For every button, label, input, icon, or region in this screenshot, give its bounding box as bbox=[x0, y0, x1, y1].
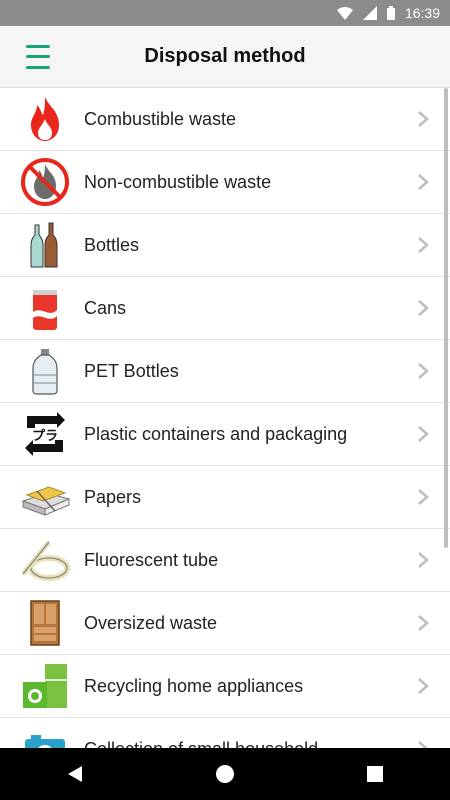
chevron-right-icon bbox=[408, 299, 438, 317]
wifi-icon bbox=[336, 6, 353, 20]
list-item-cans[interactable]: Cans bbox=[0, 277, 450, 340]
chevron-right-icon bbox=[408, 551, 438, 569]
svg-text:プラ: プラ bbox=[32, 429, 58, 444]
chevron-right-icon bbox=[408, 173, 438, 191]
chevron-right-icon bbox=[408, 110, 438, 128]
chevron-right-icon bbox=[408, 740, 438, 748]
list-item-recycling-home-appliances[interactable]: Recycling home appliances bbox=[0, 655, 450, 718]
list-item-label: PET Bottles bbox=[84, 360, 179, 381]
list-item-label: Non-combustible waste bbox=[84, 171, 272, 192]
page-title: Disposal method bbox=[144, 45, 306, 67]
hamburger-menu-icon[interactable] bbox=[26, 44, 56, 69]
home-icon[interactable] bbox=[195, 748, 255, 800]
chevron-right-icon bbox=[408, 236, 438, 254]
list-item-papers[interactable]: Papers bbox=[0, 466, 450, 529]
list-item-oversized-waste[interactable]: Oversized waste bbox=[0, 592, 450, 655]
disposal-method-list: Combustible waste Non-combustible waste … bbox=[0, 88, 450, 748]
signal-icon bbox=[362, 6, 377, 20]
status-time: 16:39 bbox=[404, 5, 440, 21]
list-item-label: Bottles bbox=[84, 234, 140, 255]
chevron-right-icon bbox=[408, 488, 438, 506]
list-item-fluorescent-tube[interactable]: Fluorescent tube bbox=[0, 529, 450, 592]
fluorescent-tube-icon bbox=[14, 529, 76, 591]
battery-icon bbox=[386, 6, 395, 20]
scrollbar[interactable] bbox=[444, 88, 448, 548]
can-icon bbox=[14, 277, 76, 339]
list-item-pet-bottles[interactable]: PET Bottles bbox=[0, 340, 450, 403]
camera-icon bbox=[14, 718, 76, 748]
list-item-label: Cans bbox=[84, 297, 127, 318]
list-item-label: Fluorescent tube bbox=[84, 549, 219, 570]
app-bar: Disposal method bbox=[0, 26, 450, 88]
status-bar: 16:39 bbox=[0, 0, 450, 26]
chevron-right-icon bbox=[408, 362, 438, 380]
chevron-right-icon bbox=[408, 677, 438, 695]
list-item-label: Oversized waste bbox=[84, 612, 218, 633]
cabinet-icon bbox=[14, 592, 76, 654]
list-item-label: Combustible waste bbox=[84, 108, 237, 129]
list-item-label: Papers bbox=[84, 486, 142, 507]
list-item-label: Collection of small household bbox=[84, 739, 408, 749]
list-item-label: Plastic containers and packaging bbox=[84, 423, 348, 444]
pet-bottle-icon bbox=[14, 340, 76, 402]
list-item-combustible-waste[interactable]: Combustible waste bbox=[0, 88, 450, 151]
fire-icon bbox=[14, 88, 76, 150]
list-item-plastic-containers[interactable]: プラ Plastic containers and packaging bbox=[0, 403, 450, 466]
list-item-non-combustible-waste[interactable]: Non-combustible waste bbox=[0, 151, 450, 214]
no-fire-icon bbox=[14, 151, 76, 213]
papers-icon bbox=[14, 466, 76, 528]
recents-icon[interactable] bbox=[345, 748, 405, 800]
list-item-small-household[interactable]: Collection of small household bbox=[0, 718, 450, 748]
plastic-recycle-icon: プラ bbox=[14, 403, 76, 465]
back-icon[interactable] bbox=[45, 748, 105, 800]
bottles-icon bbox=[14, 214, 76, 276]
chevron-right-icon bbox=[408, 614, 438, 632]
list-item-bottles[interactable]: Bottles bbox=[0, 214, 450, 277]
list-item-label: Recycling home appliances bbox=[84, 675, 304, 696]
appliances-icon bbox=[14, 655, 76, 717]
chevron-right-icon bbox=[408, 425, 438, 443]
system-nav-bar bbox=[0, 748, 450, 800]
